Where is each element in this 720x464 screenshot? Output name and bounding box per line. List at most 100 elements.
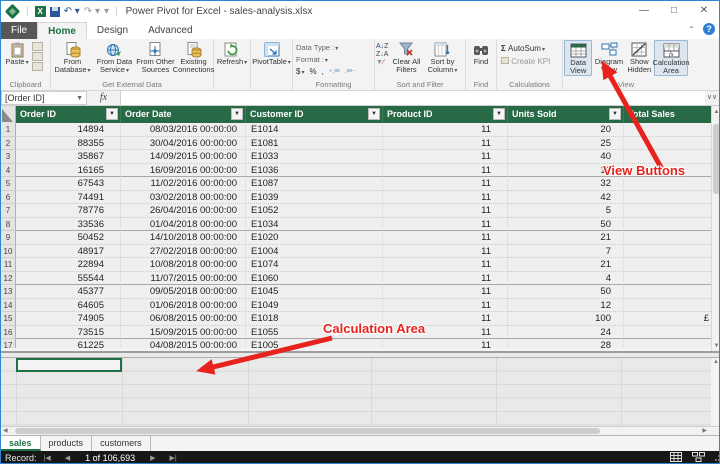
cell[interactable]: 73515 (16, 326, 121, 340)
column-header-order-date[interactable]: Order Date▼ (121, 106, 246, 123)
cell[interactable]: 67543 (16, 177, 121, 191)
autosum-button[interactable]: Σ AutoSum (501, 40, 545, 53)
row-header[interactable]: 3 (1, 150, 16, 164)
row-header[interactable]: 6 (1, 191, 16, 205)
cell[interactable]: 42 (508, 191, 624, 205)
first-record-icon[interactable]: |◀ (44, 454, 51, 462)
horizontal-scrollbar[interactable]: ◀ ▶ (1, 426, 720, 435)
cell[interactable]: 22894 (16, 258, 121, 272)
row-header[interactable]: 7 (1, 204, 16, 218)
refresh-button[interactable]: Refresh (215, 40, 249, 67)
cell[interactable]: E1060 (246, 272, 383, 286)
scroll-up-icon[interactable]: ▲ (712, 109, 720, 115)
tab-file[interactable]: File (1, 22, 37, 39)
cell[interactable]: 16165 (16, 164, 121, 178)
last-record-icon[interactable]: ▶| (170, 454, 177, 462)
maximize-button[interactable]: □ (659, 1, 689, 22)
scroll-down-icon[interactable]: ▼ (712, 343, 720, 349)
cell[interactable]: 74491 (16, 191, 121, 205)
cell[interactable]: 100 (508, 312, 624, 326)
cell[interactable]: 11/02/2016 00:00:00 (121, 177, 246, 191)
table-row[interactable]: 77877626/04/2016 00:00:00E1052115 (1, 204, 711, 218)
filter-icon[interactable]: ▼ (493, 108, 505, 120)
paste-append-icon[interactable] (32, 62, 43, 71)
table-row[interactable]: 33586714/09/2015 00:00:00E10331140 (1, 150, 711, 164)
cell[interactable] (624, 123, 711, 137)
cell[interactable]: E1074 (246, 258, 383, 272)
cell[interactable]: E1052 (246, 204, 383, 218)
row-header[interactable]: 1 (1, 123, 16, 137)
table-row[interactable]: 83353601/04/2018 00:00:00E10341150 (1, 218, 711, 232)
cell[interactable]: 11 (383, 204, 508, 218)
cell[interactable]: 01/04/2018 00:00:00 (121, 218, 246, 232)
sheet-tab-customers[interactable]: customers (92, 436, 151, 451)
next-record-icon[interactable]: ▶ (150, 454, 155, 462)
cell[interactable]: E1087 (246, 177, 383, 191)
cell[interactable] (624, 204, 711, 218)
cell[interactable]: 55544 (16, 272, 121, 286)
column-header-units-sold[interactable]: Units Sold▼ (508, 106, 624, 123)
cell[interactable]: 15/09/2015 00:00:00 (121, 326, 246, 340)
sort-za-icon[interactable]: Z↓A (376, 51, 388, 58)
cell[interactable]: E1033 (246, 150, 383, 164)
table-row[interactable]: 28835530/04/2016 00:00:00E10811125 (1, 137, 711, 151)
undo-icon[interactable]: ↶ ▾ (64, 6, 80, 18)
cell[interactable]: 11 (383, 299, 508, 313)
row-header[interactable]: 14 (1, 299, 16, 313)
cell[interactable]: 24 (508, 326, 624, 340)
help-icon[interactable]: ? (703, 23, 715, 35)
filter-icon[interactable]: ▼ (231, 108, 243, 120)
cell[interactable] (624, 177, 711, 191)
cell[interactable]: 12 (508, 299, 624, 313)
cell[interactable]: 10/08/2018 00:00:00 (121, 258, 246, 272)
calculation-area-splitter[interactable] (1, 351, 720, 358)
row-header[interactable]: 13 (1, 285, 16, 299)
column-header-product-id[interactable]: Product ID▼ (383, 106, 508, 123)
sort-by-column-button[interactable]: Sort by Column (424, 40, 460, 75)
cell[interactable]: 11/07/2015 00:00:00 (121, 272, 246, 286)
customize-qat-icon[interactable]: ▾ (104, 6, 109, 18)
save-icon[interactable] (50, 7, 60, 17)
data-view-button[interactable]: Data View (564, 40, 592, 76)
cell[interactable]: 20 (508, 123, 624, 137)
calculation-area-button[interactable]: fx Calculation Area (654, 40, 688, 76)
cell[interactable]: 11 (383, 218, 508, 232)
cell[interactable]: E1020 (246, 231, 383, 245)
cell[interactable]: 27/02/2018 00:00:00 (121, 245, 246, 259)
cell[interactable]: E1034 (246, 218, 383, 232)
cell[interactable]: 11 (383, 150, 508, 164)
format-dropdown[interactable]: Format : (296, 55, 371, 64)
cell[interactable]: 11 (383, 272, 508, 286)
cell[interactable]: 50452 (16, 231, 121, 245)
table-row[interactable]: 134537709/05/2018 00:00:00E10451150 (1, 285, 711, 299)
copy-icon[interactable] (32, 42, 43, 51)
redo-icon[interactable]: ↷ ▾ (84, 6, 100, 18)
previous-record-icon[interactable]: ◀ (65, 454, 70, 462)
cell[interactable]: 11 (383, 177, 508, 191)
cell[interactable] (624, 285, 711, 299)
cell[interactable]: 21 (508, 231, 624, 245)
cell[interactable]: £ (624, 312, 711, 326)
from-database-button[interactable]: From Database (52, 40, 93, 75)
from-other-sources-button[interactable]: From Other Sources (136, 40, 175, 74)
tab-advanced[interactable]: Advanced (138, 22, 202, 39)
table-row[interactable]: 112289410/08/2018 00:00:00E10741121 (1, 258, 711, 272)
name-box-caret-icon[interactable]: ▼ (76, 95, 83, 102)
cell[interactable]: 74905 (16, 312, 121, 326)
cell[interactable]: 40 (508, 150, 624, 164)
cell[interactable]: E1039 (246, 191, 383, 205)
show-hidden-button[interactable]: Show Hidden (626, 40, 653, 74)
table-row[interactable]: 176122504/08/2015 00:00:00E10051128 (1, 339, 711, 348)
row-header[interactable]: 5 (1, 177, 16, 191)
calculation-area-grid[interactable] (1, 358, 711, 426)
cell[interactable]: 25 (508, 137, 624, 151)
cell[interactable] (624, 231, 711, 245)
table-row[interactable]: 104891727/02/2018 00:00:00E1004117 (1, 245, 711, 259)
cell[interactable] (624, 245, 711, 259)
cell[interactable]: 08/03/2016 00:00:00 (121, 123, 246, 137)
table-row[interactable]: 125554411/07/2015 00:00:00E1060114 (1, 272, 711, 286)
cell[interactable] (624, 191, 711, 205)
cell[interactable]: 30/04/2016 00:00:00 (121, 137, 246, 151)
filter-icon[interactable]: ▼ (609, 108, 621, 120)
paste-button[interactable]: Paste (2, 40, 32, 67)
